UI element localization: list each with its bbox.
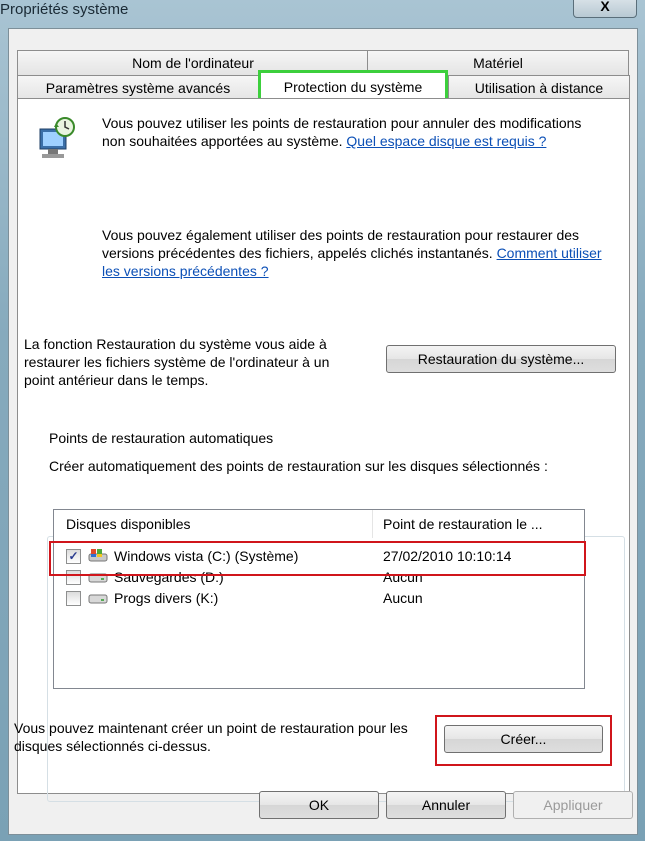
restore-description: La fonction Restauration du système vous…	[24, 336, 330, 388]
disk-space-link[interactable]: Quel espace disque est requis ?	[346, 133, 546, 149]
highlight-box-drive-c	[49, 541, 586, 576]
tab-advanced-settings[interactable]: Paramètres système avancés	[17, 75, 259, 100]
auto-restore-legend: Points de restauration automatiques	[46, 429, 277, 447]
tab-system-protection[interactable]: Protection du système	[258, 70, 448, 100]
highlight-box-create	[435, 715, 612, 766]
window-title: Propriétés système	[0, 1, 129, 18]
apply-button[interactable]: Appliquer	[513, 791, 633, 819]
system-restore-button[interactable]: Restauration du système...	[386, 345, 616, 373]
intro-paragraph-2: Vous pouvez également utiliser des point…	[102, 227, 602, 279]
drive-icon	[88, 594, 108, 604]
drive-restore-date: Aucun	[383, 590, 423, 606]
drive-row-k[interactable]: Progs divers (K:) Aucun	[54, 589, 582, 608]
drive-checkbox-k[interactable]	[66, 591, 81, 606]
create-description: Vous pouvez maintenant créer un point de…	[14, 720, 408, 754]
intro-paragraph-1: Vous pouvez utiliser les points de resta…	[102, 115, 582, 149]
column-header-restore-point[interactable]: Point de restauration le ...	[383, 510, 583, 538]
column-separator	[372, 510, 373, 538]
close-icon: X	[600, 0, 610, 14]
close-button[interactable]: X	[573, 0, 637, 18]
column-header-drives[interactable]: Disques disponibles	[66, 510, 366, 538]
drive-name: Progs divers (K:)	[114, 590, 219, 606]
drives-list[interactable]: Disques disponibles Point de restauratio…	[53, 509, 585, 689]
tab-remote-use[interactable]: Utilisation à distance	[448, 75, 630, 100]
auto-restore-description: Créer automatiquement des points de rest…	[49, 458, 548, 474]
ok-button[interactable]: OK	[259, 791, 379, 819]
system-protection-icon	[39, 117, 75, 158]
title-bar: Propriétés système X	[0, 0, 645, 22]
cancel-button[interactable]: Annuler	[386, 791, 506, 819]
